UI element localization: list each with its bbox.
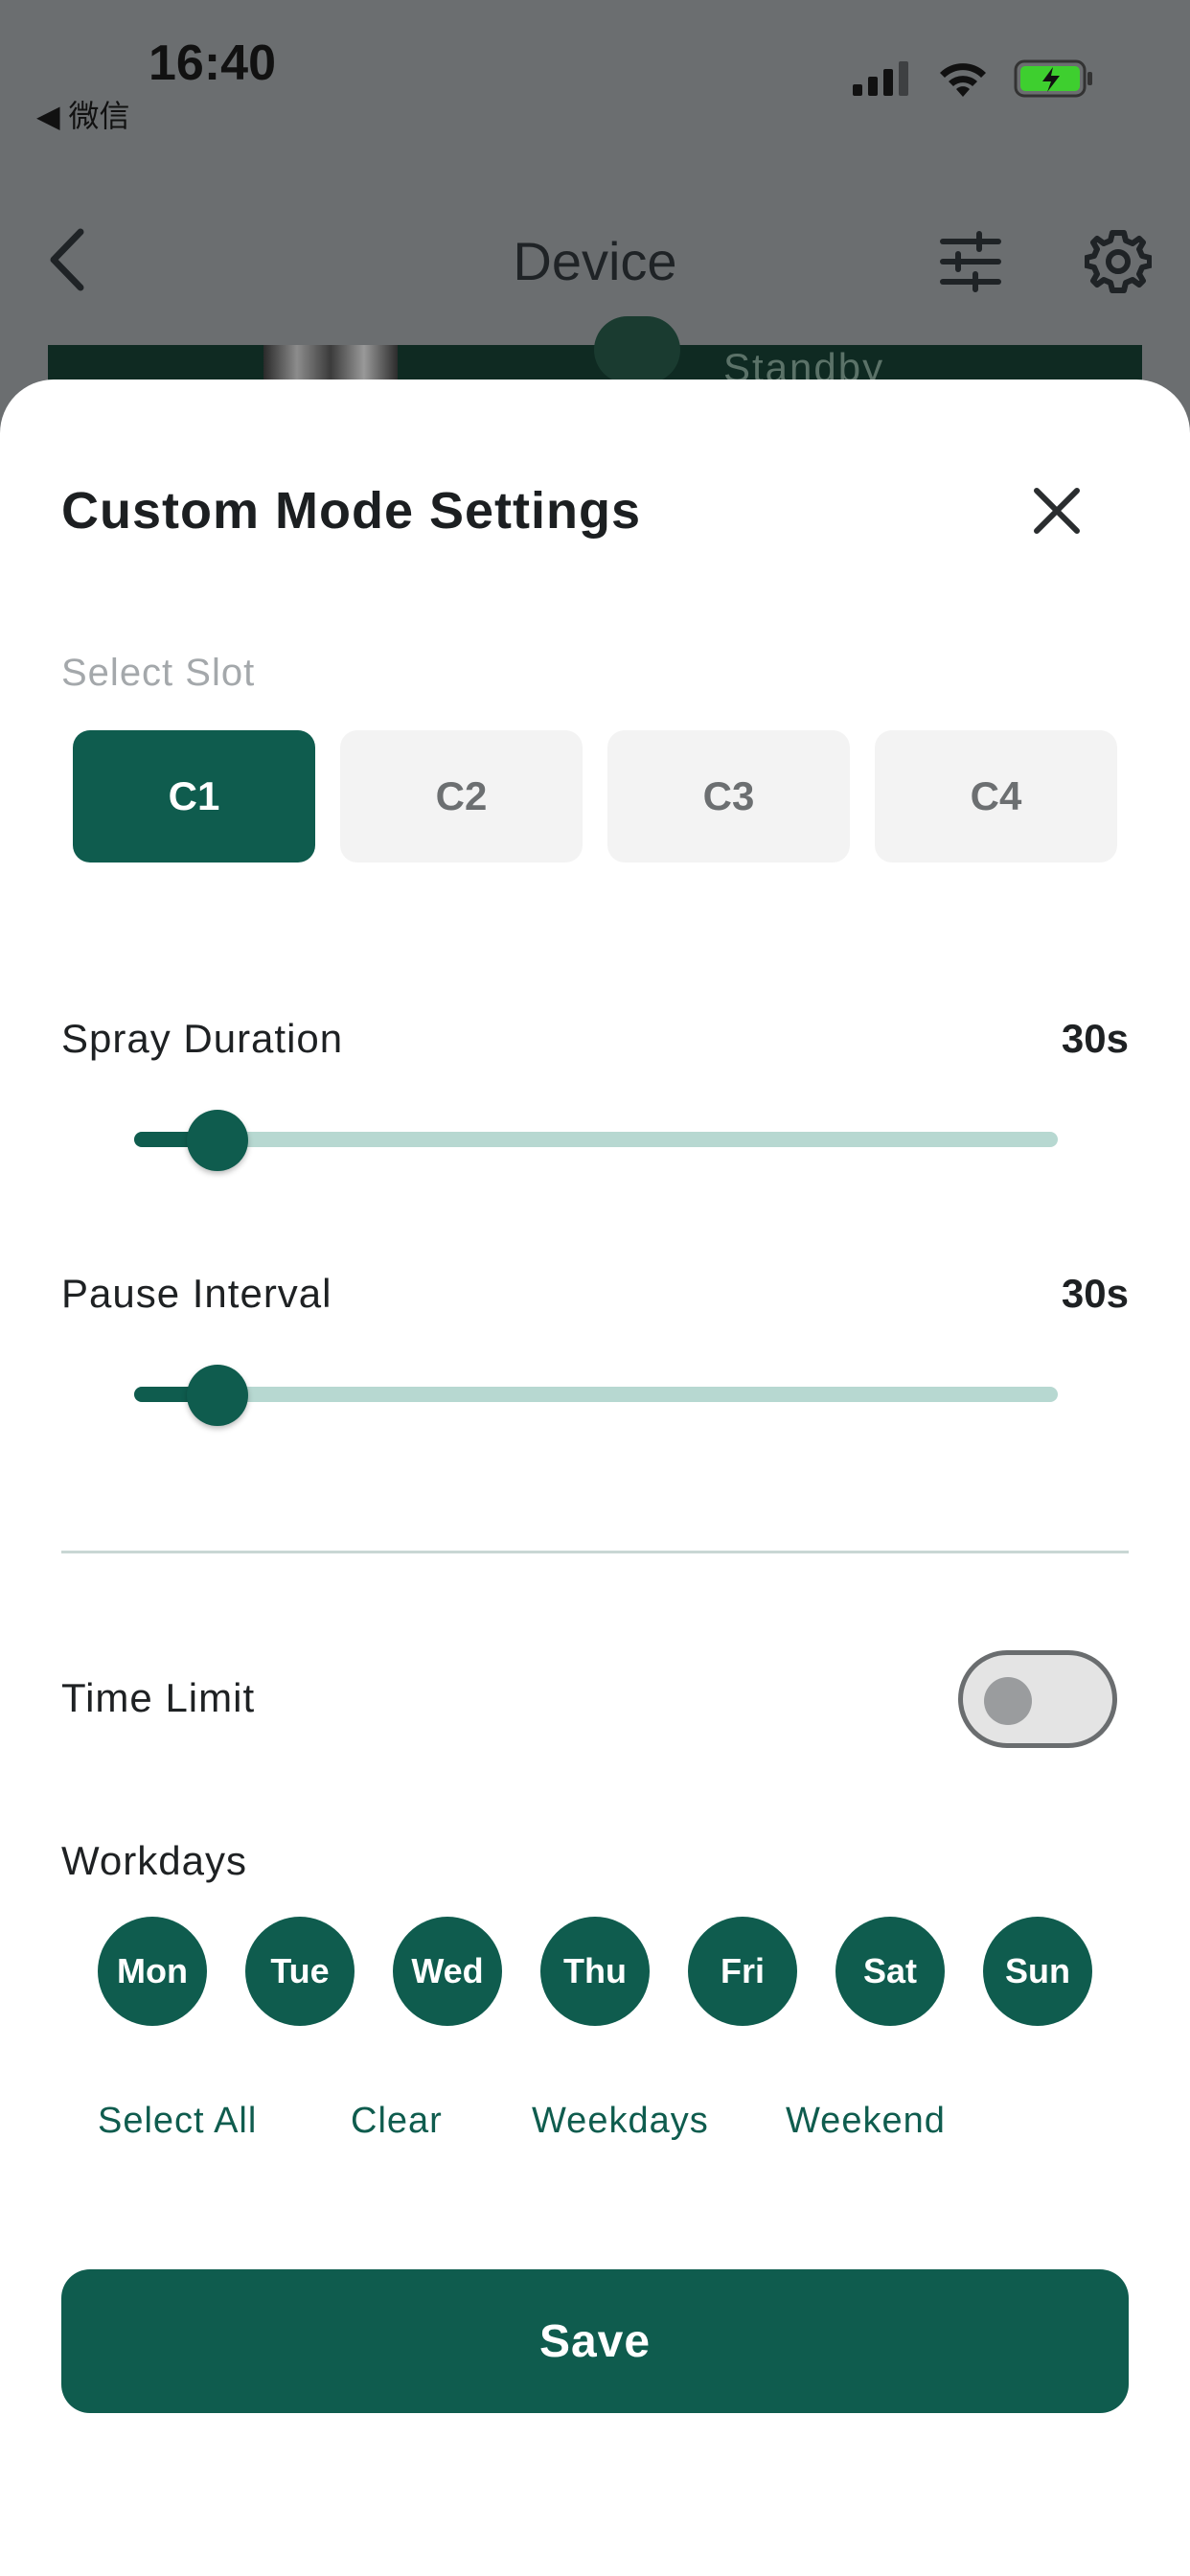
day-tue-button[interactable]: Tue <box>245 1917 355 2026</box>
slider-track <box>134 1387 1058 1402</box>
slider-track <box>134 1132 1058 1147</box>
spray-duration-slider[interactable] <box>134 1110 1058 1171</box>
weekdays-link[interactable]: Weekdays <box>532 2101 709 2142</box>
gear-icon[interactable] <box>1085 228 1152 295</box>
status-indicator-icon <box>594 316 680 383</box>
workdays-label: Workdays <box>61 1838 247 1883</box>
time-limit-toggle[interactable] <box>958 1650 1117 1748</box>
close-icon[interactable] <box>1025 479 1088 542</box>
spray-duration-value: 30s <box>1061 1016 1129 1061</box>
day-mon-button[interactable]: Mon <box>98 1917 207 2026</box>
select-all-link[interactable]: Select All <box>98 2101 257 2142</box>
page-title: Device <box>513 231 677 291</box>
battery-icon <box>1014 59 1092 98</box>
time-limit-label: Time Limit <box>61 1675 256 1720</box>
slot-c4-button[interactable]: C4 <box>875 730 1117 862</box>
status-back-to-app[interactable]: ◀ 微信 <box>36 92 130 136</box>
slider-thumb[interactable] <box>186 1365 248 1426</box>
weekend-link[interactable]: Weekend <box>786 2101 946 2142</box>
slot-selector: C1 C2 C3 C4 <box>73 730 1117 862</box>
wifi-icon <box>940 63 986 97</box>
screen: 16:40 ◀ 微信 Device Standby Custom Mode Se… <box>0 0 1190 2576</box>
divider <box>61 1551 1129 1553</box>
signal-icon <box>853 61 908 96</box>
day-sat-button[interactable]: Sat <box>835 1917 945 2026</box>
save-button[interactable]: Save <box>61 2269 1129 2413</box>
select-slot-label: Select Slot <box>61 652 256 694</box>
slot-c2-button[interactable]: C2 <box>340 730 583 862</box>
slot-c3-button[interactable]: C3 <box>607 730 850 862</box>
day-sun-button[interactable]: Sun <box>983 1917 1092 2026</box>
toggle-knob <box>984 1677 1032 1725</box>
custom-mode-sheet: Custom Mode Settings Select Slot C1 C2 C… <box>0 380 1190 2576</box>
day-wed-button[interactable]: Wed <box>393 1917 502 2026</box>
workdays-selector: Mon Tue Wed Thu Fri Sat Sun <box>98 1917 1092 2026</box>
sheet-title: Custom Mode Settings <box>61 482 642 540</box>
slot-c1-button[interactable]: C1 <box>73 730 315 862</box>
sliders-icon[interactable] <box>939 230 1002 293</box>
pause-interval-slider[interactable] <box>134 1365 1058 1426</box>
spray-duration-label: Spray Duration <box>61 1016 344 1061</box>
day-thu-button[interactable]: Thu <box>540 1917 650 2026</box>
pause-interval-value: 30s <box>1061 1271 1129 1316</box>
slider-thumb[interactable] <box>186 1110 248 1171</box>
day-fri-button[interactable]: Fri <box>688 1917 797 2026</box>
clear-link[interactable]: Clear <box>351 2101 443 2142</box>
pause-interval-label: Pause Interval <box>61 1271 332 1316</box>
status-time: 16:40 <box>149 35 276 91</box>
status-icons <box>851 58 1094 100</box>
